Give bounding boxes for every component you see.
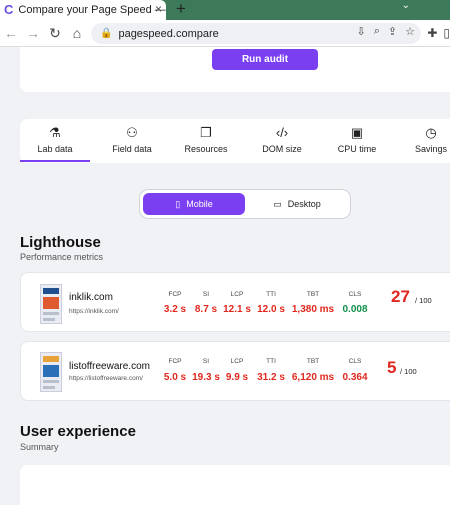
site-row: listoffreeware.com https://listoffreewar… [20,341,450,401]
browser-tab[interactable]: C Compare your Page Speed — Pa × [0,0,166,20]
tab-lab-data[interactable]: ⚗ Lab data [20,125,90,162]
metric-value-tbt: 1,380 ms [291,304,335,315]
clock-icon: ◷ [425,125,437,140]
page-content: Run audit ⚗ Lab data ⚇ Field data ❐ Reso… [0,47,450,505]
tab-label: Field data [112,144,152,154]
mobile-phone-icon: ▯ [175,198,181,209]
tab-title: Compare your Page Speed — Pa [18,4,166,16]
tab-label: DOM size [262,144,302,154]
lighthouse-heading: Lighthouse [20,234,101,251]
bookmark-star-icon[interactable]: ☆ [405,25,415,38]
reload-icon[interactable]: ↻ [44,25,66,42]
tab-cpu-time[interactable]: ▣ CPU time [322,125,392,154]
lighthouse-subheading: Performance metrics [20,252,104,262]
metric-value-tti: 31.2 s [257,372,285,383]
site-url[interactable]: https://listoffreeware.com/ [69,375,143,382]
metric-label-tbt: TBT [306,291,320,298]
tab-label: CPU time [337,144,377,154]
forward-arrow-icon[interactable]: → [22,25,44,41]
home-icon[interactable]: ⌂ [66,25,88,41]
desktop-monitor-icon: ▭ [273,198,282,209]
metric-label-tbt: TBT [306,358,320,365]
desktop-label: Desktop [287,199,321,209]
desktop-toggle[interactable]: ▭ Desktop [246,193,348,215]
cpu-icon: ▣ [350,125,364,140]
lock-icon[interactable]: 🔒 [100,28,112,39]
pagespeed-favicon-icon: C [4,2,14,17]
extensions-puzzle-icon[interactable]: ✚ [427,26,437,40]
back-arrow-icon[interactable]: ← [0,25,22,41]
user-experience-subheading: Summary [20,442,59,452]
share-icon[interactable]: ⇪ [388,25,397,38]
site-thumbnail [40,284,62,324]
device-switch: ▯ Mobile ▭ Desktop [139,189,351,219]
code-icon: ‹/› [275,125,289,140]
flask-icon: ⚗ [49,125,61,140]
metric-label-cls: CLS [348,358,362,365]
audit-form-card: Run audit [20,47,450,92]
people-icon: ⚇ [126,125,138,140]
site-url[interactable]: https://inklik.com/ [69,308,119,315]
user-experience-card [20,465,450,505]
new-tab-button[interactable]: + [176,0,186,20]
mobile-label: Mobile [186,199,213,209]
tab-savings[interactable]: ◷ Savings [396,125,450,154]
performance-score: 5 [387,358,397,377]
tab-dom-size[interactable]: ‹/› DOM size [247,125,317,154]
tab-label: Savings [414,144,448,154]
url-text: pagespeed.compare [118,27,219,40]
run-audit-button[interactable]: Run audit [212,49,318,70]
site-name: inklik.com [69,292,113,303]
tab-field-data[interactable]: ⚇ Field data [97,125,167,154]
site-name: listoffreeware.com [69,361,150,372]
metric-label-tti: TTI [266,358,276,365]
site-thumbnail [40,352,62,392]
copy-icon: ❐ [200,125,212,140]
metric-value-tbt: 6,120 ms [291,372,335,383]
tab-label: Lab data [37,144,73,154]
metric-label-cls: CLS [348,291,362,298]
browser-toolbar: ← → ↻ ⌂ 🔒 pagespeed.compare ⇩ ⌕ ⇪ ☆ ✚ ▯ [0,20,450,47]
address-bar[interactable]: 🔒 pagespeed.compare ⇩ ⌕ ⇪ ☆ [91,23,421,44]
browser-tab-bar: C Compare your Page Speed — Pa × + ⌄ [0,0,450,20]
sidebar-icon[interactable]: ▯ [443,26,450,40]
site-row: inklik.com https://inklik.com/ FCP SI LC… [20,272,450,332]
performance-score: 27 [391,287,410,306]
metric-value-cls: 0.364 [342,372,368,383]
tab-list-chevron-icon[interactable]: ⌄ [402,0,410,11]
metric-label-tti: TTI [266,291,276,298]
mobile-toggle[interactable]: ▯ Mobile [143,193,245,215]
user-experience-heading: User experience [20,423,136,440]
score-out-of: / 100 [400,367,417,376]
zoom-icon[interactable]: ⌕ [374,25,380,38]
metric-value-tti: 12.0 s [257,304,285,315]
metrics-tab-bar: ⚗ Lab data ⚇ Field data ❐ Resources ‹/› … [20,119,450,163]
install-app-icon[interactable]: ⇩ [357,25,366,38]
close-tab-icon[interactable]: × [155,2,162,16]
score-out-of: / 100 [415,296,432,305]
tab-label: Resources [184,144,228,154]
tab-resources[interactable]: ❐ Resources [171,125,241,154]
metric-value-cls: 0.008 [342,304,368,315]
